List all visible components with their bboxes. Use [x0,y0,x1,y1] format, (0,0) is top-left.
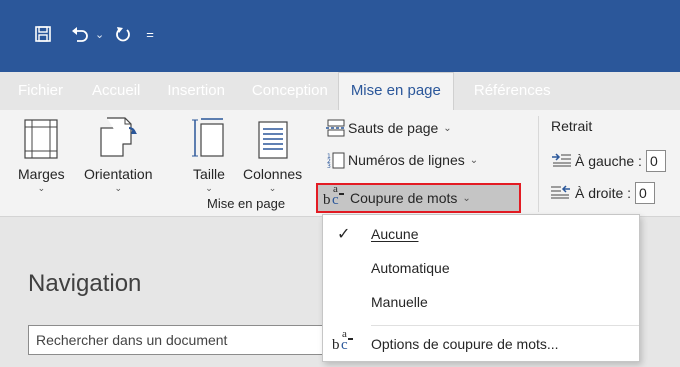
line-numbers-icon: 123 [326,151,346,169]
tab-file[interactable]: Fichier [0,72,83,110]
chevron-down-icon: ⌄ [469,154,479,166]
menu-item-manual[interactable]: Manuelle [323,287,639,317]
line-numbers-button[interactable]: 123 Numéros de lignes ⌄ [326,148,478,172]
indent-right-icon [551,184,571,202]
navigation-title: Navigation [28,270,142,297]
ribbon-tabs: Fichier Accueil Insertion Conception Mis… [0,72,680,112]
columns-icon [253,110,293,160]
redo-icon[interactable] [114,22,132,46]
menu-item-label: Automatique [371,260,450,276]
indent-right-input[interactable]: 0 [635,182,656,204]
breaks-button[interactable]: Sauts de page ⌄ [326,116,452,140]
chevron-down-icon: ⌄ [37,183,46,193]
margins-label: Marges [18,166,65,182]
menu-divider [371,325,639,326]
svg-text:3: 3 [327,163,331,169]
size-button[interactable]: Taille ⌄ [189,110,229,194]
menu-item-label: Aucune [371,226,419,242]
orientation-label: Orientation [84,166,153,182]
size-label: Taille [193,166,225,182]
customize-qat-icon[interactable]: = [146,22,154,46]
margins-icon [21,110,61,160]
chevron-down-icon: ⌄ [462,192,471,204]
chevron-down-icon: ⌄ [443,122,452,134]
tab-home[interactable]: Accueil [83,72,158,110]
chevron-down-icon: ⌄ [114,183,123,193]
indent-left-icon [551,152,571,170]
columns-button[interactable]: Colonnes ⌄ [243,110,302,194]
tab-references[interactable]: Références [454,72,560,110]
group-divider [538,116,539,212]
page-break-icon [326,119,346,137]
indent-left-label: À gauche : [575,153,642,169]
line-numbers-label: Numéros de lignes [348,152,465,168]
menu-item-label: Options de coupure de mots... [371,336,559,352]
hyphenation-icon: bca [322,183,346,209]
indent-title: Retrait [551,118,593,134]
breaks-label: Sauts de page [348,120,439,136]
chevron-down-icon: ⌄ [268,183,277,193]
checkmark-icon: ✓ [337,226,351,243]
menu-item-automatic[interactable]: Automatique [323,253,639,283]
indent-right-label: À droite : [575,185,632,201]
orientation-icon [95,110,141,160]
undo-icon[interactable] [70,22,90,46]
orientation-button[interactable]: Orientation ⌄ [84,110,152,194]
title-bar: ⌄ = [0,0,680,72]
menu-item-hyphenation-options[interactable]: bca Options de coupure de mots... [323,328,639,359]
menu-item-label: Manuelle [371,294,428,310]
save-icon[interactable] [34,22,52,46]
tab-insert[interactable]: Insertion [158,72,243,110]
page-setup-group-label: Mise en page [207,196,286,211]
tab-layout[interactable]: Mise en page [337,72,454,112]
hyphenation-menu: ✓ Aucune Automatique Manuelle bca Option… [322,214,640,362]
indent-right-row: À droite : 0 [551,182,656,204]
document-search-input[interactable]: Rechercher dans un document [28,325,338,355]
indent-left-input[interactable]: 0 [645,150,666,172]
hyphenation-options-icon: bca [331,328,355,354]
margins-button[interactable]: Marges ⌄ [18,110,65,194]
quick-access-toolbar: ⌄ = [34,22,154,46]
indent-left-row: À gauche : 0 [551,150,666,172]
chevron-down-icon: ⌄ [205,183,213,193]
size-icon [189,110,229,160]
hyphenation-label: Coupure de mots [350,190,458,206]
tab-design[interactable]: Conception [243,72,338,110]
undo-dropdown-icon[interactable]: ⌄ [95,28,104,41]
menu-item-none[interactable]: ✓ Aucune [323,219,639,249]
columns-label: Colonnes [243,166,303,182]
hyphenation-button[interactable]: bca Coupure de mots ⌄ [322,183,471,210]
